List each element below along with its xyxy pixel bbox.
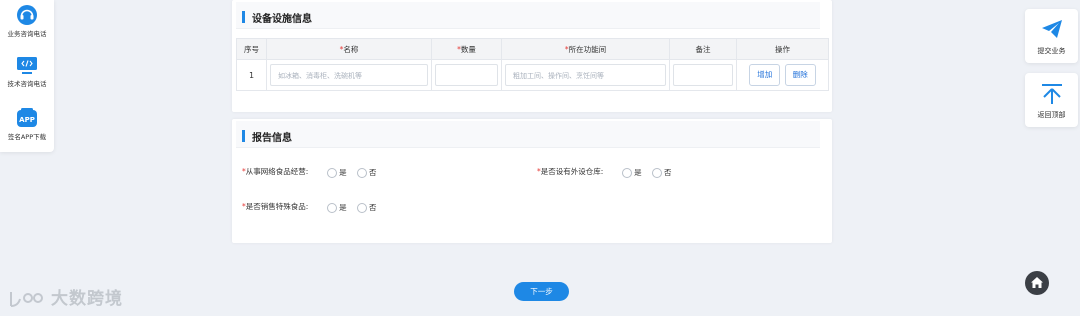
code-monitor-icon (17, 57, 37, 74)
radio-circle (327, 167, 338, 178)
row-index: 1 (236, 59, 267, 91)
back-to-top-button[interactable]: 返回顶部 (1025, 73, 1078, 127)
watermark-logo-icon (10, 292, 43, 307)
radio-circle (356, 202, 367, 213)
col-remark-header: 备注 (669, 38, 737, 60)
report-card: 报告信息 *从事网络食品经营: 是 否 *是否设有外设仓库: 是 否 *是否销售… (232, 119, 832, 243)
equipment-section-title: 设备设施信息 (252, 14, 312, 25)
business-phone-label: 业务咨询电话 (7, 30, 47, 38)
radio-circle (327, 202, 338, 213)
online-food-yes-radio[interactable]: 是 (327, 167, 347, 178)
col-index-header: 序号 (236, 38, 267, 60)
next-step-button[interactable]: 下一步 (514, 282, 569, 301)
name-cell: 如冰箱、消毒柜、洗碗机等 (266, 59, 432, 91)
equipment-card-header: 设备设施信息 (236, 2, 820, 29)
business-phone-item[interactable]: 业务咨询电话 (0, 4, 54, 38)
online-food-question: *从事网络食品经营: 是 否 (242, 166, 384, 178)
equipment-table: 序号 *名称 *数量 *所在功能间 备注 操作 1 如冰箱、消毒柜、洗碗机等 粗… (236, 38, 829, 91)
radio-circle (651, 167, 662, 178)
col-action-header: 操作 (736, 38, 829, 60)
left-contact-panel: 业务咨询电话 技术咨询电话 APP 签名APP下载 (0, 0, 54, 152)
warehouse-no-radio[interactable]: 否 (651, 167, 672, 178)
table-row: 1 如冰箱、消毒柜、洗碗机等 粗加工间、操作间、烹饪间等 增加 删除 (236, 59, 829, 91)
radio-yes-label: 是 (339, 202, 347, 212)
warehouse-question: *是否设有外设仓库: 是 否 (537, 166, 679, 178)
special-food-yes-radio[interactable]: 是 (327, 202, 347, 213)
online-food-label: 从事网络食品经营: (245, 167, 309, 176)
watermark-text: 大数跨境 (51, 289, 123, 309)
quantity-cell (431, 59, 502, 91)
submit-business-button[interactable]: 提交业务 (1025, 9, 1078, 63)
radio-yes-label: 是 (634, 167, 642, 177)
radio-no-label: 否 (368, 202, 377, 212)
special-food-question: *是否销售特殊食品: 是 否 (242, 201, 384, 213)
quantity-input[interactable] (435, 64, 498, 86)
radio-no-label: 否 (368, 167, 377, 177)
tech-phone-label: 技术咨询电话 (7, 80, 47, 88)
special-food-no-radio[interactable]: 否 (356, 202, 377, 213)
location-input[interactable]: 粗加工间、操作间、烹饪间等 (505, 64, 666, 86)
radio-circle (622, 167, 633, 178)
arrow-up-icon (1041, 84, 1062, 104)
paper-plane-icon (1041, 20, 1062, 38)
col-location-header: *所在功能间 (501, 38, 670, 60)
action-cell: 增加 删除 (736, 59, 829, 91)
section-accent-bar (242, 130, 245, 142)
app-download-label: 签名APP下载 (7, 133, 47, 141)
report-section-title: 报告信息 (252, 133, 292, 144)
col-quantity-header: *数量 (431, 38, 502, 60)
headset-icon (17, 5, 37, 25)
warehouse-label: 是否设有外设仓库: (540, 167, 604, 176)
equipment-card: 设备设施信息 序号 *名称 *数量 *所在功能间 备注 操作 1 如冰箱、消毒柜… (232, 0, 832, 112)
col-quantity-label: 数量 (460, 44, 476, 54)
home-button[interactable] (1025, 271, 1049, 295)
delete-row-button[interactable]: 删除 (784, 64, 816, 86)
col-name-header: *名称 (266, 38, 432, 60)
online-food-no-radio[interactable]: 否 (356, 167, 377, 178)
tech-phone-item[interactable]: 技术咨询电话 (0, 56, 54, 88)
table-header-row: 序号 *名称 *数量 *所在功能间 备注 操作 (236, 38, 829, 60)
back-to-top-label: 返回顶部 (1037, 111, 1066, 119)
radio-yes-label: 是 (339, 167, 347, 177)
submit-business-label: 提交业务 (1037, 47, 1066, 55)
section-accent-bar (242, 11, 245, 23)
remark-cell (669, 59, 737, 91)
app-download-icon: APP (17, 108, 37, 127)
name-input[interactable]: 如冰箱、消毒柜、洗碗机等 (270, 64, 428, 86)
add-row-button[interactable]: 增加 (749, 64, 781, 86)
report-card-header: 报告信息 (236, 121, 820, 148)
location-cell: 粗加工间、操作间、烹饪间等 (501, 59, 670, 91)
warehouse-yes-radio[interactable]: 是 (622, 167, 642, 178)
home-icon (1031, 277, 1043, 288)
radio-no-label: 否 (663, 167, 672, 177)
remark-input[interactable] (673, 64, 733, 86)
radio-circle (356, 167, 367, 178)
svg-text:APP: APP (19, 116, 35, 124)
special-food-label: 是否销售特殊食品: (245, 202, 309, 211)
col-name-label: 名称 (343, 44, 359, 54)
app-download-item[interactable]: APP 签名APP下载 (0, 107, 54, 141)
watermark: 大数跨境 (8, 284, 123, 309)
col-location-label: 所在功能间 (568, 44, 607, 54)
